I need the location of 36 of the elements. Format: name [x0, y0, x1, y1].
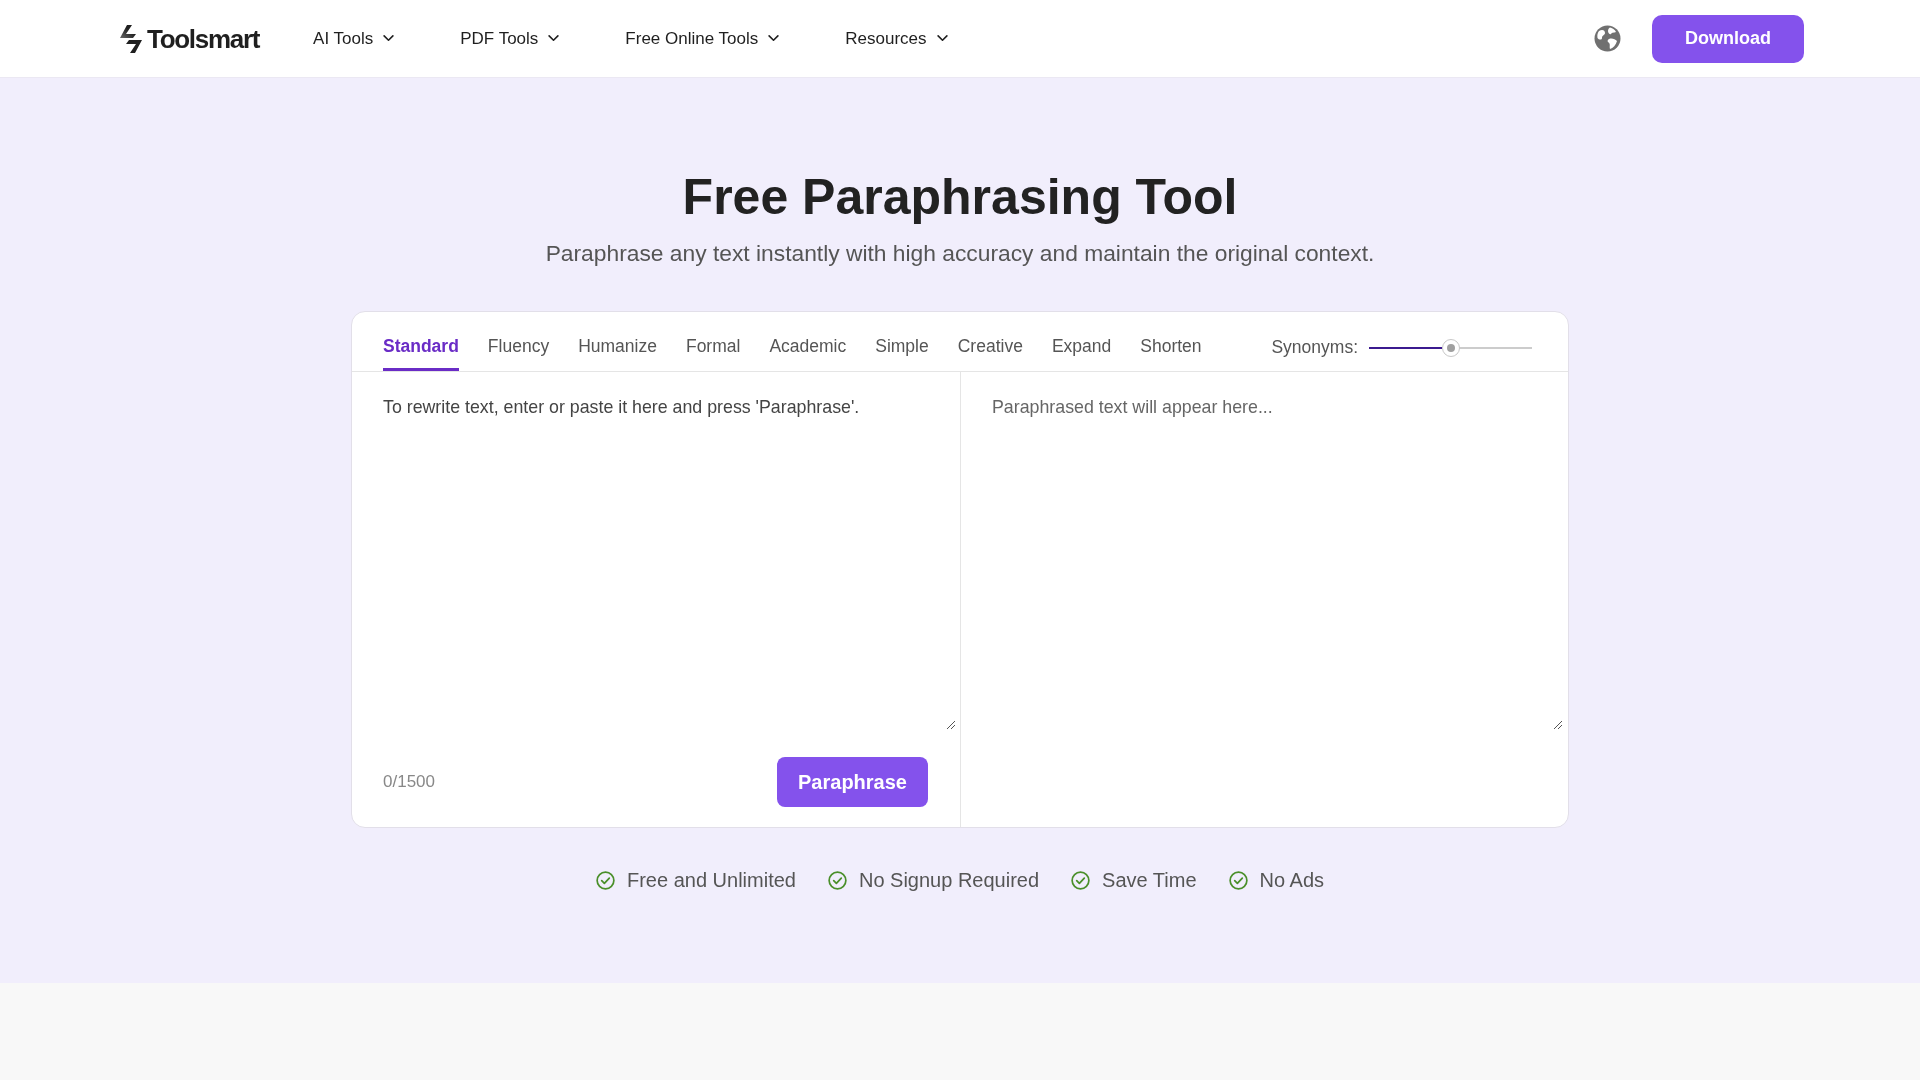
mode-tab[interactable]: Humanize — [578, 312, 657, 371]
paraphrase-button[interactable]: Paraphrase — [777, 757, 928, 807]
mode-tab[interactable]: Shorten — [1140, 312, 1202, 371]
mode-tab[interactable]: Creative — [957, 312, 1023, 371]
slider-thumb[interactable] — [1441, 338, 1460, 357]
page-subtitle: Paraphrase any text instantly with high accuracy and maintain the original context. — [545, 239, 1375, 268]
logo-text: Toolsmart — [147, 25, 260, 52]
feature-label: No Signup Required — [858, 868, 1040, 893]
mode-tab[interactable]: Expand — [1051, 312, 1112, 371]
chevron-down-icon — [383, 35, 395, 42]
feature-label: No Ads — [1259, 868, 1325, 893]
resize-grip-icon[interactable] — [947, 721, 955, 729]
check-circle-icon — [595, 870, 615, 890]
nav-menu[interactable]: Free Online Tools — [625, 25, 780, 52]
resize-grip-icon[interactable] — [1554, 721, 1562, 729]
feature-label: Save Time — [1102, 868, 1197, 893]
mode-tab[interactable]: Formal — [685, 312, 741, 371]
character-counter: 0/1500 — [383, 771, 435, 794]
nav-menu[interactable]: Resources — [845, 25, 948, 52]
check-circle-icon — [1228, 870, 1248, 890]
check-circle-icon — [1071, 870, 1091, 890]
mode-tab[interactable]: Simple — [875, 312, 929, 371]
chevron-down-icon — [548, 35, 560, 42]
synonyms-label: Synonyms: — [1271, 336, 1358, 360]
page-title: Free Paraphrasing Tool — [682, 168, 1238, 227]
chevron-down-icon — [936, 35, 948, 42]
nav-menu[interactable]: PDF Tools — [460, 25, 560, 52]
logo-icon — [118, 24, 144, 53]
globe-icon[interactable] — [1593, 24, 1622, 53]
mode-tab[interactable]: Academic — [769, 312, 847, 371]
mode-tab[interactable]: Fluency — [487, 312, 550, 371]
chevron-down-icon — [768, 35, 780, 42]
feature-label: Free and Unlimited — [626, 868, 796, 893]
download-button[interactable]: Download — [1652, 14, 1804, 63]
check-circle-icon — [827, 870, 847, 890]
nav-menu[interactable]: AI Tools — [313, 25, 395, 52]
